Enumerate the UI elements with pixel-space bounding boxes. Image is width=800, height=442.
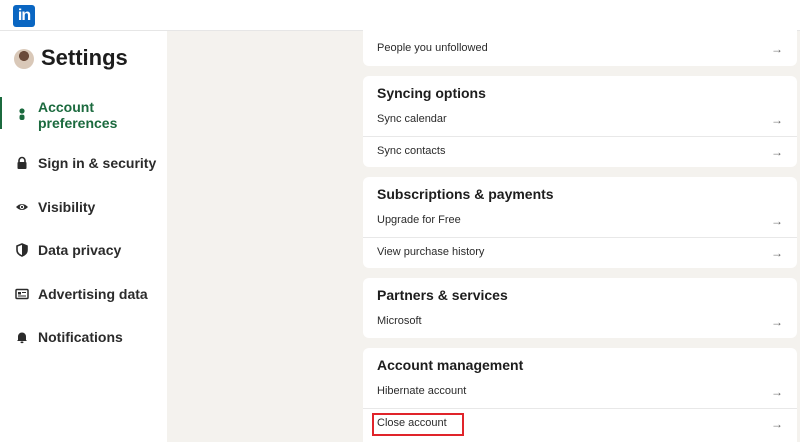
card-account-management: Account management Hibernate account → C… bbox=[363, 348, 797, 442]
row-label: Sync calendar bbox=[377, 113, 447, 125]
shield-icon bbox=[16, 243, 28, 257]
row-view-purchase-history[interactable]: View purchase history → bbox=[363, 237, 797, 269]
bell-icon bbox=[17, 332, 27, 344]
row-hibernate-account[interactable]: Hibernate account → bbox=[363, 377, 797, 408]
arrow-right-icon: → bbox=[771, 214, 783, 228]
section-title: Syncing options bbox=[377, 85, 486, 101]
avatar[interactable] bbox=[14, 49, 34, 69]
row-label: View purchase history bbox=[377, 246, 485, 258]
sidebar-item-data-privacy[interactable]: Data privacy bbox=[0, 233, 167, 269]
row-upgrade-for-free[interactable]: Upgrade for Free → bbox=[363, 206, 797, 237]
row-label: Close account bbox=[377, 417, 447, 429]
section-title: Account management bbox=[377, 357, 524, 373]
card-partners-services: Partners & services Microsoft → bbox=[363, 278, 797, 338]
lock-icon bbox=[17, 156, 27, 169]
row-label: Sync contacts bbox=[377, 145, 446, 157]
sidebar-item-account-preferences[interactable]: Account preferences bbox=[0, 97, 167, 133]
sidebar-item-visibility[interactable]: Visibility bbox=[0, 190, 167, 226]
sidebar-item-label: Advertising data bbox=[38, 286, 148, 302]
row-microsoft[interactable]: Microsoft → bbox=[363, 307, 797, 338]
eye-icon bbox=[16, 204, 28, 210]
top-bar: in bbox=[0, 0, 800, 31]
card-unfollowed: People you unfollowed → bbox=[363, 30, 797, 66]
row-label: Microsoft bbox=[377, 315, 422, 327]
row-label: Hibernate account bbox=[377, 385, 467, 397]
arrow-right-icon: → bbox=[771, 417, 783, 431]
arrow-right-icon: → bbox=[771, 385, 783, 399]
arrow-right-icon: → bbox=[771, 145, 783, 159]
sidebar-item-advertising-data[interactable]: Advertising data bbox=[0, 277, 167, 313]
card-syncing-options: Syncing options Sync calendar → Sync con… bbox=[363, 76, 797, 167]
active-indicator bbox=[0, 97, 2, 129]
arrow-right-icon: → bbox=[771, 42, 783, 56]
sidebar-item-label: Data privacy bbox=[38, 242, 122, 258]
linkedin-logo[interactable]: in bbox=[13, 5, 35, 27]
settings-sidebar: Settings Account preferences Sign in & s… bbox=[0, 31, 167, 442]
card-subscriptions-payments: Subscriptions & payments Upgrade for Fre… bbox=[363, 177, 797, 268]
sidebar-item-label: Visibility bbox=[38, 199, 96, 215]
arrow-right-icon: → bbox=[771, 113, 783, 127]
sidebar-item-label: Notifications bbox=[38, 329, 123, 345]
page-title: Settings bbox=[41, 45, 128, 70]
section-title: Partners & services bbox=[377, 287, 508, 303]
sidebar-item-notifications[interactable]: Notifications bbox=[0, 320, 167, 356]
row-label: Upgrade for Free bbox=[377, 214, 461, 226]
row-close-account[interactable]: Close account → bbox=[363, 408, 797, 440]
sidebar-item-label: Sign in & security bbox=[38, 155, 157, 171]
person-icon bbox=[19, 108, 25, 120]
row-sync-contacts[interactable]: Sync contacts → bbox=[363, 136, 797, 168]
row-sync-calendar[interactable]: Sync calendar → bbox=[363, 105, 797, 136]
row-people-you-unfollowed[interactable]: People you unfollowed → bbox=[363, 34, 797, 65]
newspaper-icon bbox=[15, 288, 29, 300]
arrow-right-icon: → bbox=[771, 315, 783, 329]
arrow-right-icon: → bbox=[771, 246, 783, 260]
section-title: Subscriptions & payments bbox=[377, 186, 554, 202]
row-label: People you unfollowed bbox=[377, 42, 488, 54]
sidebar-item-label: Account preferences bbox=[38, 99, 118, 131]
sidebar-item-sign-in-security[interactable]: Sign in & security bbox=[0, 146, 167, 182]
